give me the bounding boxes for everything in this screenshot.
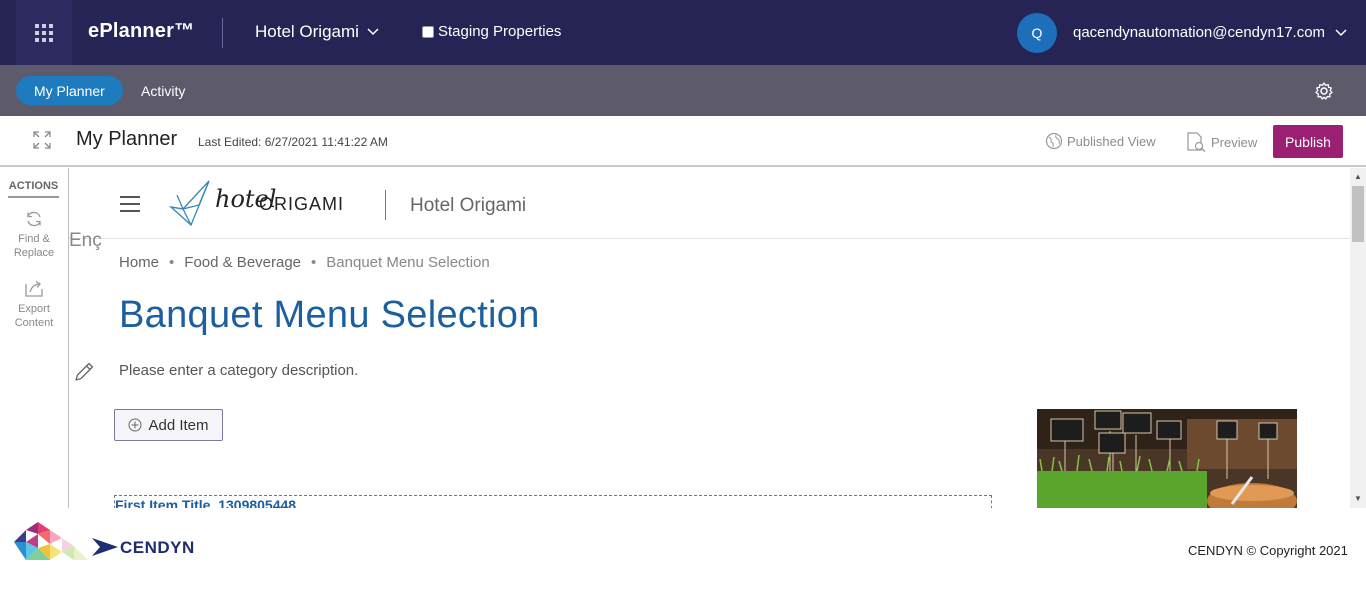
sub-navigation: My Planner Activity	[0, 65, 1366, 116]
actions-heading: ACTIONS	[8, 180, 59, 198]
copyright-text: CENDYN © Copyright 2021	[1188, 543, 1348, 558]
publish-button[interactable]: Publish	[1273, 125, 1343, 158]
published-view-button[interactable]: Published View	[1045, 132, 1156, 150]
editor-toolbar: My Planner Last Edited: 6/27/2021 11:41:…	[0, 116, 1366, 167]
scroll-down-arrow[interactable]: ▼	[1354, 494, 1362, 503]
breadcrumb-home[interactable]: Home	[119, 254, 159, 271]
staging-label: Staging Properties	[438, 23, 562, 40]
breadcrumb-current: Banquet Menu Selection	[326, 254, 490, 271]
chevron-down-icon	[1335, 28, 1347, 36]
frame-scrollbar[interactable]: ▲ ▼	[1350, 168, 1366, 508]
preview-icon	[1187, 132, 1206, 152]
scrollbar-thumb[interactable]	[1352, 186, 1364, 242]
breadcrumb-separator: •	[169, 254, 175, 271]
site-header: hotel ORIGAMI Hotel Origami	[69, 168, 1350, 239]
avatar[interactable]: Q	[1017, 13, 1057, 53]
brand-name: ePlanner™	[88, 20, 195, 42]
add-item-label: Add Item	[148, 416, 209, 434]
breadcrumb-separator: •	[311, 254, 317, 271]
cendyn-wordmark: CENDYN	[120, 538, 195, 557]
chevron-down-icon	[367, 28, 379, 36]
add-item-button[interactable]: Add Item	[114, 409, 223, 441]
find-replace-label-2: Replace	[13, 247, 55, 259]
gear-icon[interactable]	[1314, 81, 1334, 101]
app-launcher-button[interactable]	[16, 0, 72, 65]
export-content-action[interactable]: Export Content	[4, 280, 64, 330]
scroll-up-arrow[interactable]: ▲	[1354, 172, 1362, 181]
cendyn-mosaic-icon	[14, 522, 88, 560]
preview-button[interactable]: Preview	[1185, 132, 1257, 152]
globe-icon	[1045, 132, 1063, 150]
pencil-icon[interactable]	[73, 361, 95, 383]
site-hotel-name: Hotel Origami	[410, 195, 527, 216]
last-edited-timestamp: Last Edited: 6/27/2021 11:41:22 AM	[198, 135, 388, 149]
hotel-selector[interactable]: Hotel Origami	[255, 22, 379, 42]
banquet-food-image	[1037, 409, 1297, 508]
hamburger-menu-icon[interactable]	[120, 196, 140, 212]
hotel-selector-label: Hotel Origami	[255, 22, 359, 41]
export-content-label-1: Export	[18, 303, 50, 315]
staging-checkbox[interactable]	[422, 25, 434, 38]
user-menu[interactable]: qacendynautomation@cendyn17.com	[1073, 24, 1347, 41]
first-item-title[interactable]: First Item Title_1309805448	[115, 497, 296, 508]
hotel-origami-logo[interactable]: hotel ORIGAMI	[169, 179, 359, 229]
breadcrumb: Home • Food & Beverage • Banquet Menu Se…	[119, 254, 490, 271]
cendyn-arrow-icon	[92, 538, 118, 556]
tab-my-planner[interactable]: My Planner	[16, 76, 123, 105]
cendyn-logo: CENDYN	[14, 522, 214, 562]
page-title: My Planner	[76, 128, 178, 150]
export-content-label-2: Content	[14, 317, 54, 329]
logo-text-origami: ORIGAMI	[259, 194, 345, 214]
top-bar: ePlanner™ Hotel Origami Staging Properti…	[0, 0, 1366, 65]
find-replace-action[interactable]: Find & Replace	[4, 210, 64, 260]
truncated-text-fragment: Enç	[69, 230, 102, 251]
plus-circle-icon	[128, 418, 142, 432]
published-view-label: Published View	[1067, 133, 1156, 149]
staging-properties-toggle[interactable]: Staging Properties	[422, 23, 561, 40]
preview-label: Preview	[1211, 134, 1258, 150]
actions-panel: ACTIONS Find & Replace Export Content	[0, 168, 69, 508]
tab-activity[interactable]: Activity	[141, 83, 185, 99]
expand-icon[interactable]	[33, 131, 51, 149]
category-description[interactable]: Please enter a category description.	[119, 362, 358, 379]
logo-divider	[385, 190, 386, 220]
breadcrumb-food-beverage[interactable]: Food & Beverage	[184, 254, 301, 271]
footer: CENDYN CENDYN © Copyright 2021	[0, 508, 1366, 613]
topbar-divider	[222, 18, 223, 48]
first-item-container[interactable]: First Item Title_1309805448	[114, 495, 992, 508]
origami-crane-icon	[169, 180, 210, 227]
user-email: qacendynautomation@cendyn17.com	[1073, 24, 1326, 41]
find-replace-label-1: Find &	[18, 233, 50, 245]
site-preview-frame: hotel ORIGAMI Hotel Origami Enç Home • F…	[69, 168, 1366, 508]
export-icon	[25, 280, 43, 297]
grid-icon	[35, 23, 53, 42]
category-title[interactable]: Banquet Menu Selection	[119, 294, 540, 337]
refresh-icon	[27, 211, 41, 227]
